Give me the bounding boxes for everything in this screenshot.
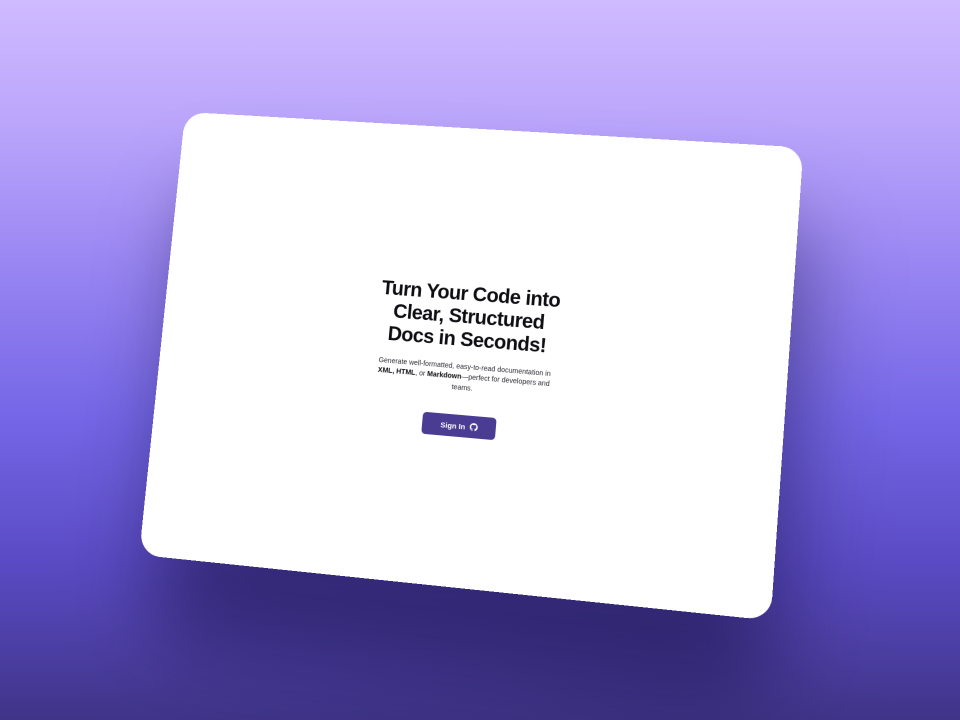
- format-markdown: Markdown: [426, 371, 462, 382]
- landing-card: Turn Your Code into Clear, Structured Do…: [139, 111, 804, 621]
- perspective-stage: Turn Your Code into Clear, Structured Do…: [139, 111, 804, 621]
- sign-in-button[interactable]: Sign In: [421, 411, 497, 441]
- hero-subtitle: Generate well-formatted, easy-to-read do…: [368, 355, 559, 403]
- sign-in-label: Sign In: [440, 419, 466, 432]
- format-xml: XML,: [377, 367, 395, 376]
- hero-title: Turn Your Code into Clear, Structured Do…: [380, 277, 562, 358]
- github-icon: [468, 422, 478, 432]
- subtitle-outro: —perfect for developers and teams.: [451, 374, 550, 393]
- subtitle-separator: , or: [414, 370, 428, 379]
- format-html: HTML: [395, 368, 416, 378]
